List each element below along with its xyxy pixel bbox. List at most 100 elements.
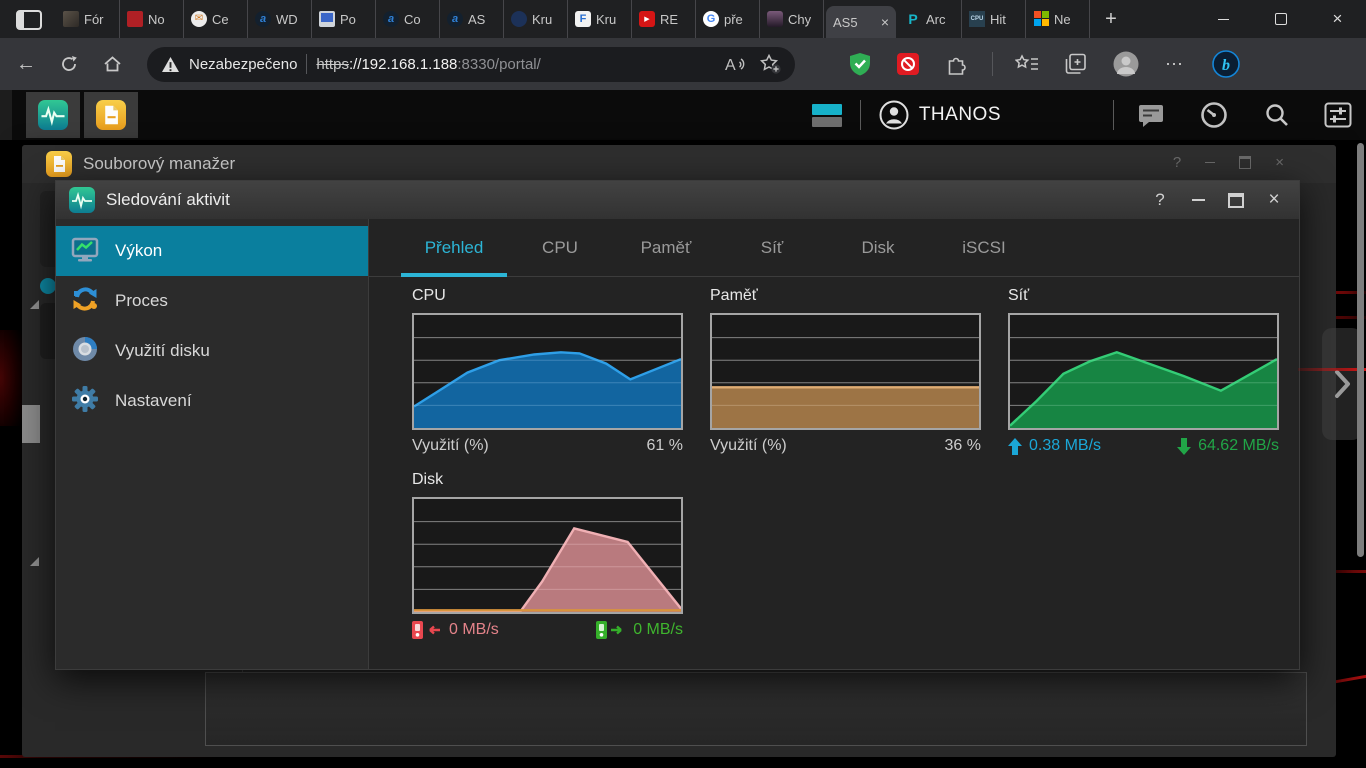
browser-tab-pře[interactable]: Gpře [696, 0, 760, 38]
maximize-button[interactable] [1239, 156, 1251, 169]
browser-toolbar: ← Nezabezpečeno https://192.168.1.188:83… [0, 38, 1366, 90]
sidebar-item-nastavení[interactable]: Nastavení [56, 376, 368, 426]
tab-iscsi[interactable]: iSCSI [931, 219, 1037, 276]
browser-tab-po[interactable]: Po [312, 0, 376, 38]
browser-tab-hit[interactable]: CPUHit [962, 0, 1026, 38]
tab-label: Ne [1054, 12, 1071, 27]
not-secure-label[interactable]: Nezabezpečeno [189, 56, 297, 73]
browser-minimize-button[interactable] [1195, 0, 1252, 38]
chart-footer-value: Využití (%) [710, 437, 787, 455]
sidebar-item-label: Nastavení [115, 391, 192, 411]
add-favorite-icon[interactable] [759, 54, 781, 74]
close-button[interactable]: × [1275, 154, 1284, 171]
back-button[interactable]: ← [9, 47, 43, 81]
taskbar-divider [1113, 100, 1114, 130]
new-tab-button[interactable]: + [1096, 4, 1126, 34]
tab-přehled[interactable]: Přehled [401, 219, 507, 276]
chart-card-disk: Disk 0 MB/s0 MB/s [412, 471, 683, 639]
reload-icon [60, 55, 78, 73]
collections-button[interactable] [1065, 53, 1087, 75]
adblock-icon [897, 53, 919, 75]
favorites-button[interactable] [1015, 54, 1039, 74]
chart-footer-left: 0.38 MB/s [1008, 437, 1101, 455]
tab-workspaces-icon[interactable] [16, 10, 42, 30]
system-status-widget[interactable] [812, 104, 842, 127]
adguard-extension-button[interactable] [849, 52, 871, 76]
browser-tab-chy[interactable]: Chy [760, 0, 824, 38]
browser-tab-re[interactable]: ▶RE [632, 0, 696, 38]
browser-close-button[interactable]: × [1309, 0, 1366, 38]
browser-tab-arc[interactable]: PArc [898, 0, 962, 38]
taskbar-app-activity-monitor[interactable] [26, 92, 80, 138]
help-button[interactable]: ? [1173, 154, 1181, 171]
activity-monitor-icon [69, 187, 95, 213]
ms-favicon [1033, 11, 1049, 27]
tab-label: WD [276, 12, 298, 27]
chart-footer-value: 0.38 MB/s [1029, 437, 1101, 455]
url-scheme: https [316, 56, 349, 73]
taskbar-app-file-manager[interactable] [84, 92, 138, 138]
address-bar[interactable]: Nezabezpečeno https://192.168.1.188:8330… [147, 47, 795, 82]
tab-paměť[interactable]: Paměť [613, 219, 719, 276]
chart-footer: Využití (%)36 % [710, 437, 981, 455]
bing-sidebar-button[interactable]: b [1212, 50, 1240, 78]
url-text[interactable]: https://192.168.1.188:8330/portal/ [316, 56, 540, 73]
minimize-button[interactable] [1205, 162, 1215, 163]
search-button[interactable] [1264, 102, 1290, 128]
reload-button[interactable] [52, 47, 86, 81]
collapse-triangle-icon[interactable] [30, 300, 39, 309]
browser-tab-as5[interactable]: AS5× [826, 6, 896, 38]
collapse-triangle-icon[interactable] [30, 557, 39, 566]
sidebar-item-využití-disku[interactable]: Využití disku [56, 326, 368, 376]
browser-profile-button[interactable] [1113, 51, 1139, 77]
resource-monitor-button[interactable] [1200, 101, 1228, 129]
tab-síť[interactable]: Síť [719, 219, 825, 276]
activity-monitor-titlebar[interactable]: Sledování aktivit ? × [56, 181, 1299, 219]
browser-maximize-button[interactable] [1252, 0, 1309, 38]
browser-tab-as[interactable]: aAS [440, 0, 504, 38]
preferences-button[interactable] [1324, 102, 1352, 128]
chevron-right-icon [1333, 369, 1351, 399]
browser-page-scrollbar[interactable] [1357, 143, 1364, 557]
tab-cpu[interactable]: CPU [507, 219, 613, 276]
browser-tab-no[interactable]: No [120, 0, 184, 38]
chart-title: Disk [412, 471, 683, 489]
activity-sidebar: VýkonProcesVyužití disku Nastavení [56, 219, 369, 669]
tab-close-icon[interactable]: × [881, 15, 889, 29]
adblock-extension-button[interactable] [897, 53, 919, 75]
file-manager-scroll-thumb[interactable] [22, 405, 40, 443]
minimize-button[interactable] [1179, 181, 1217, 219]
bing-icon: b [1212, 50, 1240, 78]
help-button[interactable]: ? [1141, 181, 1179, 219]
tab-disk[interactable]: Disk [825, 219, 931, 276]
process-sync-icon [70, 284, 100, 319]
read-aloud-icon[interactable]: A [723, 55, 747, 73]
desktop-next-page-button[interactable] [1322, 328, 1362, 440]
browser-tab-ne[interactable]: Ne [1026, 0, 1090, 38]
notifications-button[interactable] [1138, 103, 1164, 127]
browser-tab-fór[interactable]: Fór [56, 0, 120, 38]
close-button[interactable]: × [1255, 181, 1293, 219]
gauge-icon [1200, 101, 1228, 129]
extensions-button[interactable] [945, 53, 968, 75]
browser-settings-button[interactable]: ⋯ [1165, 54, 1184, 75]
mail-favicon: ✉ [191, 11, 207, 27]
browser-tab-co[interactable]: aCo [376, 0, 440, 38]
browser-tab-wd[interactable]: aWD [248, 0, 312, 38]
home-button[interactable] [95, 47, 129, 81]
browser-tab-kru[interactable]: Kru [504, 0, 568, 38]
activity-monitor-window[interactable]: Sledování aktivit ? × VýkonProcesVyužití… [55, 180, 1300, 670]
sidebar-item-výkon[interactable]: Výkon [56, 226, 368, 276]
maximize-button[interactable] [1217, 181, 1255, 219]
puzzle-icon [945, 53, 968, 75]
file-manager-titlebar[interactable]: Souborový manažer [22, 145, 1336, 183]
chart-footer: 0 MB/s0 MB/s [412, 621, 683, 639]
browser-tab-kru[interactable]: FKru [568, 0, 632, 38]
chart-plot [412, 497, 683, 614]
cpu-favicon: CPU [969, 11, 985, 27]
file-manager-sidebar-icon-fragment [40, 278, 56, 294]
activity-monitor-icon [38, 100, 68, 130]
browser-tab-ce[interactable]: ✉Ce [184, 0, 248, 38]
user-menu[interactable] [879, 100, 909, 130]
sidebar-item-proces[interactable]: Proces [56, 276, 368, 326]
